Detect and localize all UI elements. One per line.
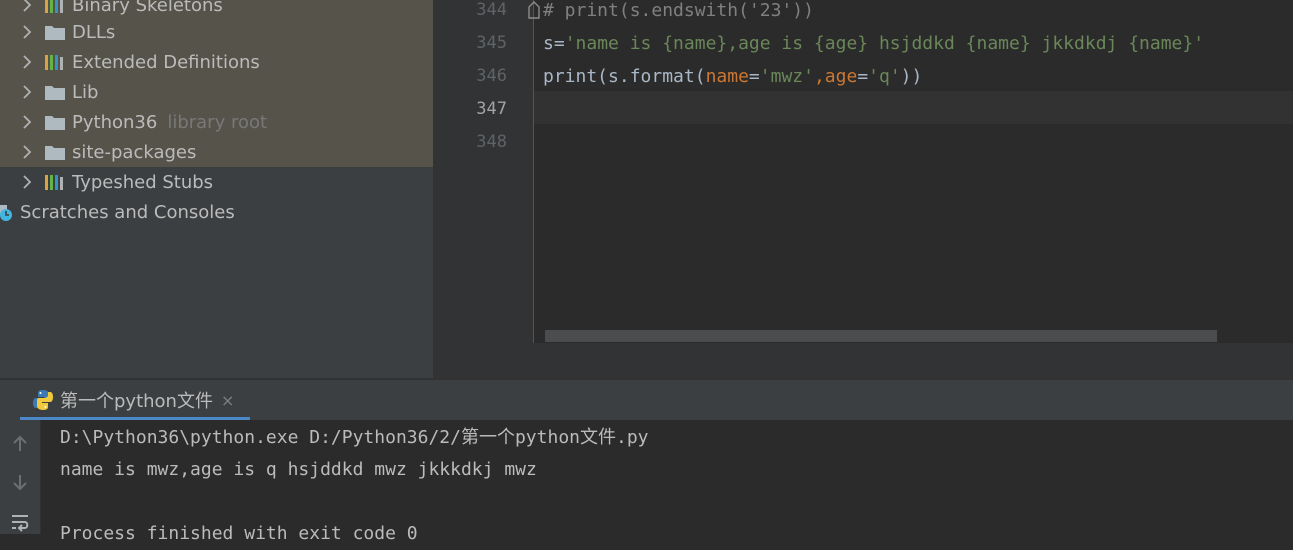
line-number-current: 347 <box>476 99 507 119</box>
library-root-hint: library root <box>167 111 268 133</box>
folder-icon <box>44 83 66 101</box>
run-toolbar <box>0 420 40 534</box>
code-token: )) <box>900 66 923 87</box>
line-number: 345 <box>476 33 507 53</box>
current-line-highlight <box>534 91 1293 124</box>
tree-item-label: Scratches and Consoles <box>20 201 235 223</box>
line-number: 344 <box>476 0 507 20</box>
console-output[interactable]: D:\Python36\python.exe D:/Python36/2/第一个… <box>41 420 1293 544</box>
library-icon <box>44 0 66 14</box>
tree-item-label: Typeshed Stubs <box>72 171 214 193</box>
console-line: Process finished with exit code 0 <box>60 523 418 544</box>
tree-item-extended-definitions[interactable]: Extended Definitions <box>0 47 433 77</box>
arrow-up-icon[interactable] <box>10 434 30 454</box>
code-string: 'name is {name},age is {age} hsjddkd {na… <box>564 33 1205 54</box>
tree-item-label: Python36 <box>72 111 158 133</box>
project-tool-window: Binary Skeletons DLLs Extended Definitio… <box>0 0 433 378</box>
folder-icon <box>44 23 66 41</box>
code-keyword-arg: age <box>824 66 858 87</box>
chevron-right-icon[interactable] <box>18 53 36 71</box>
chevron-right-icon[interactable] <box>18 0 36 14</box>
tree-item-label: Binary Skeletons <box>72 0 223 16</box>
line-number: 346 <box>476 66 507 86</box>
folder-icon <box>44 143 66 161</box>
tree-item-label: site-packages <box>72 141 197 163</box>
code-comment: # print(s.endswith('23')) <box>543 0 814 21</box>
soft-wrap-icon[interactable] <box>10 512 30 532</box>
gutter-separator <box>533 0 534 343</box>
code-line-345: s='name is {name},age is {age} hsjddkd {… <box>543 27 1204 60</box>
horizontal-scrollbar[interactable] <box>545 330 1217 342</box>
folder-icon <box>44 113 66 131</box>
chevron-right-icon[interactable] <box>18 23 36 41</box>
tree-item-scratches[interactable]: Scratches and Consoles <box>0 197 433 227</box>
tree-item-site-packages[interactable]: site-packages <box>0 137 433 167</box>
console-line: name is mwz,age is q hsjddkd mwz jkkkdkj… <box>60 459 537 480</box>
fold-marker-icon[interactable] <box>527 1 541 19</box>
run-tab[interactable]: 第一个python文件 × <box>20 380 246 420</box>
code-token: = <box>857 66 869 87</box>
close-tab-icon[interactable]: × <box>221 391 234 410</box>
code-line-346: print(s.format(name='mwz',age='q')) <box>543 60 922 93</box>
code-line-344: # print(s.endswith('23')) <box>543 0 814 27</box>
code-token: print(s.format( <box>543 66 706 87</box>
code-token: = <box>748 66 760 87</box>
tree-item-label: DLLs <box>72 21 116 43</box>
tree-item-python36[interactable]: Python36 library root <box>0 107 433 137</box>
code-string: 'q' <box>868 66 901 87</box>
library-icon <box>44 53 66 71</box>
run-tab-label: 第一个python文件 <box>60 391 213 412</box>
chevron-right-icon[interactable] <box>18 113 36 131</box>
code-token: , <box>813 66 825 87</box>
chevron-right-icon[interactable] <box>18 83 36 101</box>
library-icon <box>44 173 66 191</box>
scratches-icon <box>0 202 18 222</box>
code-keyword-arg: name <box>705 66 749 87</box>
chevron-right-icon[interactable] <box>18 143 36 161</box>
arrow-down-icon[interactable] <box>10 472 30 492</box>
tree-item-label: Extended Definitions <box>72 51 260 73</box>
code-editor[interactable]: 344 345 346 347 348 # print(s.endswith('… <box>433 0 1293 378</box>
line-number-gutter: 344 345 346 347 348 <box>433 0 533 343</box>
code-token: s= <box>543 33 565 54</box>
chevron-right-icon[interactable] <box>18 173 36 191</box>
tree-item-dlls[interactable]: DLLs <box>0 17 433 47</box>
editor-breadcrumb-bar <box>433 343 1293 378</box>
tree-item-label: Lib <box>72 81 99 103</box>
tree-item-lib[interactable]: Lib <box>0 77 433 107</box>
console-line: D:\Python36\python.exe D:/Python36/2/第一个… <box>60 427 649 448</box>
python-icon <box>33 390 53 410</box>
line-number: 348 <box>476 132 507 152</box>
code-string: 'mwz' <box>759 66 814 87</box>
run-tool-window-header: 第一个python文件 × <box>0 380 1293 420</box>
tree-item-typeshed-stubs[interactable]: Typeshed Stubs <box>0 167 433 197</box>
